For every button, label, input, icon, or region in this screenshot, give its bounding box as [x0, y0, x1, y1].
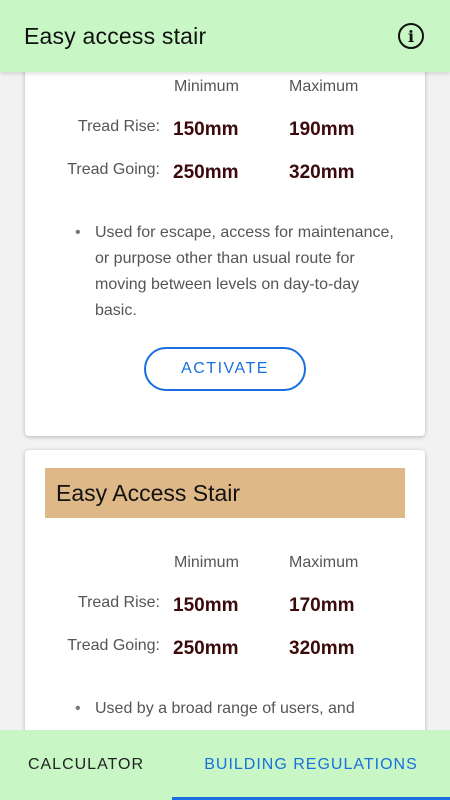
tread-rise-min: 150mm [173, 595, 239, 616]
tread-going-max: 320mm [289, 162, 355, 183]
tread-rise-label: Tread Rise: [77, 118, 160, 135]
content-scroll[interactable]: Minimum Maximum Tread Rise: 150mm 190mm … [0, 72, 450, 730]
min-column-header: Minimum [174, 78, 239, 95]
bottom-nav: CALCULATOR BUILDING REGULATIONS [0, 730, 450, 800]
app-bar: Easy access stair i [0, 0, 450, 72]
tread-going-label: Tread Going: [67, 161, 160, 178]
tread-rise-min: 150mm [173, 119, 239, 140]
tab-calculator[interactable]: CALCULATOR [0, 730, 172, 800]
max-column-header: Maximum [289, 554, 359, 571]
max-column-header: Maximum [289, 78, 359, 95]
tread-going-min: 250mm [173, 162, 239, 183]
tab-building-regulations[interactable]: BUILDING REGULATIONS [172, 730, 450, 800]
tread-rise-max: 170mm [289, 595, 355, 616]
page-title: Easy access stair [24, 22, 207, 49]
stair-card: Easy Access Stair Minimum Maximum Tread … [25, 450, 425, 730]
tread-rise-max: 190mm [289, 119, 355, 140]
tread-rise-label: Tread Rise: [77, 594, 160, 611]
min-column-header: Minimum [174, 554, 239, 571]
tread-going-max: 320mm [289, 638, 355, 659]
card-heading: Easy Access Stair [45, 468, 405, 518]
usage-note-text: Used for escape, access for maintenance,… [95, 224, 394, 319]
activate-button[interactable]: ACTIVATE [144, 347, 306, 391]
info-icon[interactable]: i [398, 23, 424, 49]
usage-note: Used by a broad range of users, and [75, 696, 405, 722]
stair-card: Minimum Maximum Tread Rise: 150mm 190mm … [25, 72, 425, 436]
tread-going-label: Tread Going: [67, 637, 160, 654]
usage-note-text: Used by a broad range of users, and [95, 700, 355, 717]
tread-going-min: 250mm [173, 638, 239, 659]
usage-note: Used for escape, access for maintenance,… [75, 220, 405, 324]
